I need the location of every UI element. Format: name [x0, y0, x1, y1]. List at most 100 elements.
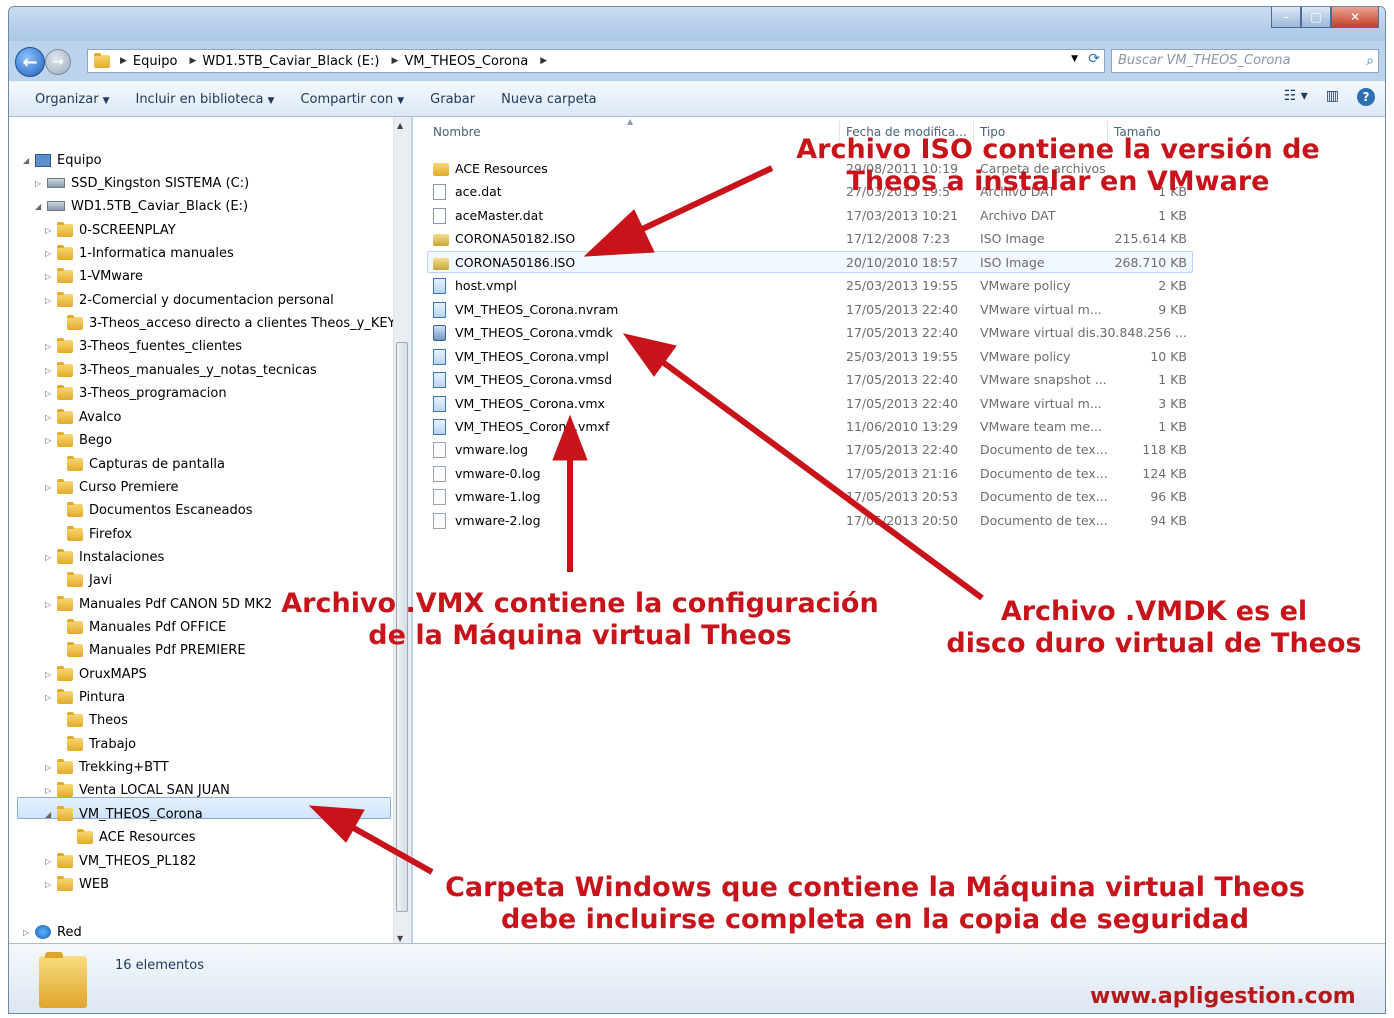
sidebar-item[interactable]: ▷ Venta LOCAL SAN JUAN: [45, 779, 230, 801]
expand-arrow-icon[interactable]: ▷: [45, 763, 55, 772]
back-button[interactable]: ←: [15, 47, 45, 77]
expand-arrow-icon[interactable]: ▷: [45, 342, 55, 351]
preview-pane-icon[interactable]: ▥: [1326, 88, 1339, 106]
organize-menu[interactable]: Organizar ▼: [35, 92, 109, 107]
share-with-menu[interactable]: Compartir con ▼: [300, 92, 404, 107]
sidebar-item[interactable]: Firefox: [55, 523, 132, 545]
sidebar-item[interactable]: ▷ SSD_Kingston SISTEMA (C:): [35, 172, 249, 194]
sidebar-item[interactable]: ▷ Red: [23, 921, 82, 943]
sidebar-item[interactable]: 3-Theos_acceso directo a clientes Theos_…: [55, 312, 404, 334]
help-icon[interactable]: ?: [1357, 88, 1375, 106]
expand-arrow-icon[interactable]: ▷: [45, 553, 55, 562]
sidebar-item[interactable]: ▷ Avalco: [45, 406, 122, 428]
sidebar-item[interactable]: ▷ Pintura: [45, 686, 125, 708]
file-row[interactable]: host.vmpl 25/03/2013 19:55 VMware policy 2 …: [427, 275, 1193, 297]
sidebar-item[interactable]: ▷ 0-SCREENPLAY: [45, 219, 176, 241]
expand-arrow-icon[interactable]: ▷: [45, 693, 55, 702]
sidebar-item[interactable]: ▷ Trekking+BTT: [45, 756, 169, 778]
sidebar-item[interactable]: ◢ WD1.5TB_Caviar_Black (E:): [35, 195, 248, 217]
search-input[interactable]: Buscar VM_THEOS_Corona ⌕: [1111, 49, 1379, 73]
view-options-icon[interactable]: ☷ ▾: [1284, 88, 1308, 106]
expand-arrow-icon[interactable]: ▷: [45, 226, 55, 235]
file-row[interactable]: VM_THEOS_Corona.vmxf 11/06/2010 13:29 VMwa…: [427, 416, 1193, 438]
expand-arrow-icon[interactable]: ▷: [45, 786, 55, 795]
file-row[interactable]: vmware-2.log 17/05/2013 20:50 Documento de…: [427, 510, 1193, 532]
file-row[interactable]: VM_THEOS_Corona.vmsd 17/05/2013 22:40 VMwa…: [427, 369, 1193, 391]
expand-arrow-icon[interactable]: ▷: [45, 249, 55, 258]
address-dropdown-icon[interactable]: ▼: [1071, 54, 1078, 64]
sidebar-item[interactable]: ▷ Bego: [45, 429, 112, 451]
file-row[interactable]: VM_THEOS_Corona.nvram 17/05/2013 22:40 VMw…: [427, 299, 1193, 321]
sidebar-item[interactable]: ▷ Instalaciones: [45, 546, 164, 568]
expand-arrow-icon[interactable]: ▷: [45, 436, 55, 445]
include-library-menu[interactable]: Incluir en biblioteca ▼: [135, 92, 274, 107]
sidebar-item[interactable]: ◢ Equipo: [23, 149, 102, 171]
sidebar-item[interactable]: ACE Resources: [65, 826, 195, 848]
sidebar-item[interactable]: Manuales Pdf OFFICE: [55, 616, 226, 638]
sidebar-item-label: Trekking+BTT: [79, 759, 169, 775]
sidebar-item[interactable]: ▷ VM_THEOS_PL182: [45, 850, 196, 872]
sidebar-item[interactable]: Javi: [55, 569, 112, 591]
expand-arrow-icon[interactable]: ◢: [45, 810, 55, 819]
breadcrumb-item[interactable]: ▶ WD1.5TB_Caviar_Black (E:): [189, 54, 379, 69]
sidebar-item[interactable]: Documentos Escaneados: [55, 499, 253, 521]
scroll-down-icon[interactable]: ▼: [397, 934, 403, 943]
maximize-button[interactable]: □: [1301, 7, 1331, 28]
file-row[interactable]: vmware.log 17/05/2013 22:40 Documento de t…: [427, 439, 1193, 461]
sidebar-item[interactable]: ▷ 3-Theos_fuentes_clientes: [45, 335, 242, 357]
burn-button[interactable]: Grabar: [430, 92, 475, 107]
network-icon: [35, 925, 51, 939]
sidebar-item[interactable]: Trabajo: [55, 733, 136, 755]
column-header-name[interactable]: Nombre: [433, 125, 481, 139]
file-row[interactable]: aceMaster.dat 17/03/2013 10:21 Archivo DAT…: [427, 205, 1193, 227]
file-row[interactable]: VM_THEOS_Corona.vmdk 17/05/2013 22:40 VMwa…: [427, 322, 1193, 344]
file-row[interactable]: VM_THEOS_Corona.vmpl 25/03/2013 19:55 VMwa…: [427, 346, 1193, 368]
file-date: 20/10/2010 18:57: [846, 254, 959, 270]
file-row[interactable]: VM_THEOS_Corona.vmx 17/05/2013 22:40 VMwar…: [427, 393, 1193, 415]
sidebar-item[interactable]: ▷ WEB: [45, 873, 109, 895]
new-folder-button[interactable]: Nueva carpeta: [501, 92, 597, 107]
minimize-button[interactable]: –: [1271, 7, 1301, 28]
expand-arrow-icon[interactable]: ▷: [45, 296, 55, 305]
breadcrumb-more[interactable]: ▶: [540, 56, 553, 66]
breadcrumb-item[interactable]: ▶ VM_THEOS_Corona: [391, 54, 528, 69]
sidebar-item[interactable]: ▷ Manuales Pdf CANON 5D MK2: [45, 593, 272, 615]
nav-scrollbar[interactable]: ▲ ▼: [393, 117, 411, 943]
scroll-up-icon[interactable]: ▲: [397, 121, 403, 130]
expand-arrow-icon[interactable]: ▷: [23, 928, 33, 937]
file-row[interactable]: vmware-0.log 17/05/2013 21:16 Documento de…: [427, 463, 1193, 485]
expand-arrow-icon[interactable]: ▷: [45, 389, 55, 398]
file-row[interactable]: CORONA50186.ISO 20/10/2010 18:57 ISO Image…: [427, 252, 1193, 274]
sidebar-item[interactable]: ▷ 1-VMware: [45, 265, 143, 287]
expand-arrow-icon[interactable]: ◢: [23, 156, 33, 165]
breadcrumb-item[interactable]: ▶ Equipo: [120, 54, 177, 69]
forward-button[interactable]: →: [45, 49, 71, 75]
expand-arrow-icon[interactable]: ▷: [45, 272, 55, 281]
sidebar-item[interactable]: Capturas de pantalla: [55, 453, 225, 475]
sidebar-item[interactable]: ▷ OruxMAPS: [45, 663, 147, 685]
sidebar-item[interactable]: Theos: [55, 709, 128, 731]
sidebar-item[interactable]: ▷ 2-Comercial y documentacion personal: [45, 289, 334, 311]
sidebar-item[interactable]: ▷ 3-Theos_programacion: [45, 382, 227, 404]
expand-arrow-icon[interactable]: ▷: [45, 880, 55, 889]
expand-arrow-icon[interactable]: ▷: [45, 413, 55, 422]
expand-arrow-icon[interactable]: ▷: [45, 670, 55, 679]
expand-arrow-icon[interactable]: ▷: [45, 857, 55, 866]
expand-arrow-icon[interactable]: ▷: [45, 366, 55, 375]
address-bar[interactable]: ▶ Equipo ▶ WD1.5TB_Caviar_Black (E:) ▶ VM_T…: [87, 49, 1105, 73]
expand-arrow-icon[interactable]: ▷: [45, 600, 55, 609]
expand-arrow-icon[interactable]: ◢: [35, 202, 45, 211]
sidebar-item[interactable]: ▷ 3-Theos_manuales_y_notas_tecnicas: [45, 359, 317, 381]
file-row[interactable]: vmware-1.log 17/05/2013 20:53 Documento de…: [427, 486, 1193, 508]
expand-arrow-icon[interactable]: ▷: [45, 483, 55, 492]
sidebar-item[interactable]: ◢ VM_THEOS_Corona: [45, 803, 203, 825]
sidebar-item[interactable]: ▷ 1-Informatica manuales: [45, 242, 234, 264]
refresh-icon[interactable]: ⟳: [1088, 51, 1100, 67]
file-row[interactable]: CORONA50182.ISO 17/12/2008 7:23 ISO Image 2…: [427, 228, 1193, 250]
expand-arrow-icon[interactable]: ▷: [35, 179, 45, 188]
file-size: 2 KB: [1158, 278, 1187, 294]
sidebar-item[interactable]: Manuales Pdf PREMIERE: [55, 639, 246, 661]
close-button[interactable]: ✕: [1331, 7, 1379, 28]
sidebar-item[interactable]: ▷ Curso Premiere: [45, 476, 179, 498]
search-icon[interactable]: ⌕: [1366, 50, 1374, 72]
